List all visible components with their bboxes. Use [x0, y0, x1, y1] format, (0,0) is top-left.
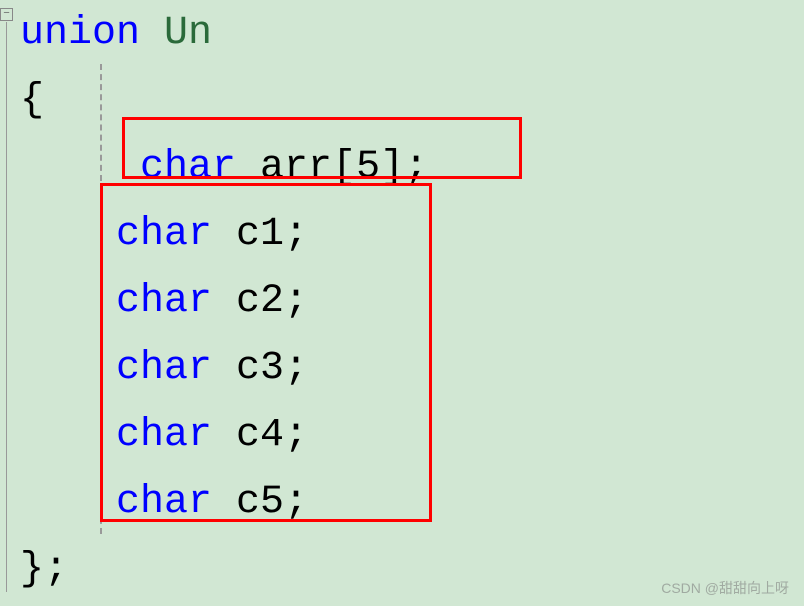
identifier-arr: arr[5]; — [236, 145, 428, 190]
keyword-char: char — [116, 279, 212, 324]
indent — [20, 279, 116, 324]
watermark-text: CSDN @甜甜向上呀 — [661, 578, 789, 598]
indent — [20, 212, 116, 257]
code-line-2: { — [20, 67, 428, 134]
brace-close: }; — [20, 547, 68, 592]
keyword-char: char — [140, 145, 236, 190]
code-line-9: }; — [20, 536, 428, 603]
code-line-5: char c2; — [20, 268, 428, 335]
code-line-1: union Un — [20, 0, 428, 67]
identifier-c5: c5; — [212, 480, 308, 525]
identifier-c3: c3; — [212, 346, 308, 391]
fold-guide-line — [6, 22, 7, 592]
fold-collapse-icon[interactable]: − — [0, 8, 13, 21]
code-line-8: char c5; — [20, 469, 428, 536]
identifier-c2: c2; — [212, 279, 308, 324]
keyword-char: char — [116, 480, 212, 525]
code-line-6: char c3; — [20, 335, 428, 402]
keyword-char: char — [116, 346, 212, 391]
indent — [20, 145, 140, 190]
code-block: union Un { char arr[5]; char c1; char c2… — [20, 0, 428, 603]
identifier-c1: c1; — [212, 212, 308, 257]
indent — [20, 413, 116, 458]
space — [140, 11, 164, 56]
code-line-4: char c1; — [20, 201, 428, 268]
identifier-c4: c4; — [212, 413, 308, 458]
type-name: Un — [164, 11, 212, 56]
keyword-char: char — [116, 413, 212, 458]
keyword-char: char — [116, 212, 212, 257]
editor-gutter: − — [0, 0, 18, 606]
indent — [20, 346, 116, 391]
brace-open: { — [20, 78, 44, 123]
keyword-union: union — [20, 11, 140, 56]
code-line-7: char c4; — [20, 402, 428, 469]
indent — [20, 480, 116, 525]
code-line-3: char arr[5]; — [20, 134, 428, 201]
